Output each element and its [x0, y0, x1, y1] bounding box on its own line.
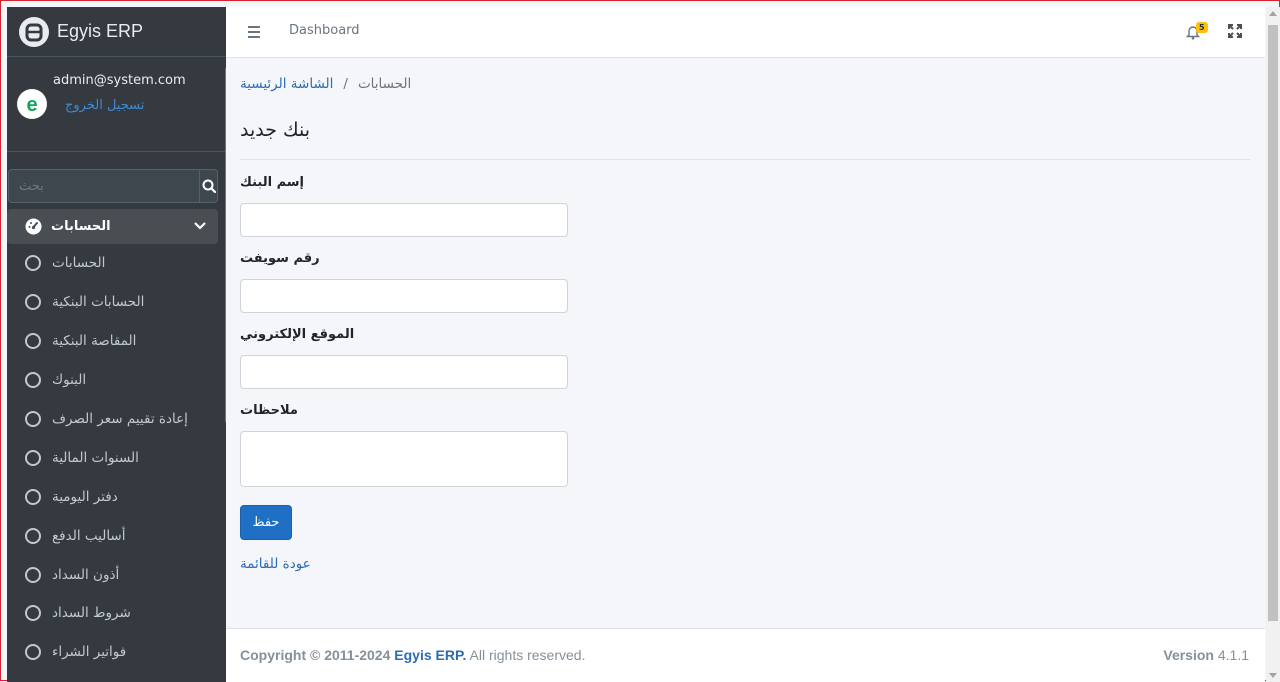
footer-copyright: Copyright © 2011-2024 [240, 647, 391, 663]
breadcrumb: الشاشة الرئيسية / الحسابات [240, 76, 411, 92]
brand[interactable]: Egyis ERP [7, 7, 226, 57]
fullscreen-icon[interactable] [1228, 24, 1242, 38]
sidebar-item-label: فواتير الشراء [52, 644, 127, 661]
sidebar-item-label: إعادة تقييم سعر الصرف [52, 411, 188, 427]
sidebar-item-revaluation[interactable]: إعادة تقييم سعر الصرف [7, 400, 218, 439]
footer-rights: All rights reserved. [469, 647, 586, 663]
bank-name-field[interactable] [240, 203, 568, 237]
brand-name: Egyis ERP [57, 21, 144, 41]
sidebar-item-label: الحسابات [52, 255, 106, 272]
logout-link[interactable]: تسجيل الخروج [65, 98, 186, 113]
notes-label: ملاحظات [240, 403, 298, 418]
sidebar-item-label: أذون السداد [52, 566, 120, 583]
page-scrollbar[interactable] [1266, 7, 1280, 682]
sidebar-item-payment-terms[interactable]: شروط السداد [7, 594, 218, 633]
circle-icon [25, 411, 41, 427]
sidebar-item-purchase-invoices[interactable]: فواتير الشراء [7, 633, 218, 672]
footer-version-label: Version [1163, 647, 1214, 663]
sidebar-nav: الحسابات الحسابات الحسابات البنكية المقا… [7, 209, 218, 672]
circle-icon [25, 294, 41, 311]
bank-name-label: إسم البنك [240, 175, 305, 190]
footer: Copyright © 2011-2024 Egyis ERP. All rig… [226, 628, 1265, 682]
search-input[interactable] [8, 169, 199, 203]
sidebar-item-label: البنوك [52, 372, 87, 389]
swift-field[interactable] [240, 279, 568, 313]
swift-label: رقم سويفت [240, 251, 320, 266]
sidebar-item-banks[interactable]: البنوك [7, 361, 218, 400]
breadcrumb-separator: / [343, 76, 348, 92]
sidebar-item-fiscal-years[interactable]: السنوات المالية [7, 438, 218, 477]
user-email: admin@system.com [53, 73, 186, 88]
new-bank-form: إسم البنك رقم سويفت الموقع الإلكتروني مل… [240, 175, 570, 501]
scrollbar-thumb[interactable] [1268, 25, 1278, 621]
circle-icon [25, 644, 41, 661]
circle-icon [25, 488, 41, 505]
footer-version: 4.1.1 [1217, 647, 1249, 663]
footer-brand-link[interactable]: Egyis ERP. [394, 647, 466, 663]
circle-icon [25, 333, 41, 350]
website-field[interactable] [240, 355, 568, 389]
sidebar-item-payment-methods[interactable]: أساليب الدفع [7, 516, 218, 555]
sidebar: Egyis ERP e admin@system.com تسجيل الخرو… [7, 7, 226, 682]
sidebar-search [8, 169, 218, 203]
nav-dashboard-link[interactable]: Dashboard [289, 23, 360, 38]
notification-badge: 5 [1196, 22, 1208, 33]
notes-field[interactable] [240, 431, 568, 487]
sidebar-item-label: دفتر اليومية [52, 488, 118, 505]
back-to-list-link[interactable]: عودة للقائمة [240, 556, 311, 572]
save-button[interactable]: حفظ [240, 505, 292, 540]
scroll-down-icon[interactable] [1269, 673, 1277, 678]
search-button[interactable] [199, 169, 218, 203]
dashboard-gauge-icon [25, 218, 42, 235]
circle-icon [25, 255, 41, 272]
breadcrumb-current: الحسابات [357, 76, 412, 92]
search-icon [202, 179, 216, 193]
page-title: بنك جديد [240, 119, 311, 141]
sidebar-item-bank-accounts[interactable]: الحسابات البنكية [7, 283, 218, 322]
circle-icon [25, 527, 41, 544]
sidebar-item-label: المقاصة البنكية [52, 333, 137, 350]
circle-icon [25, 605, 41, 622]
circle-icon [25, 449, 41, 466]
divider [240, 159, 1250, 160]
sidebar-item-label: شروط السداد [52, 605, 131, 622]
sidebar-item-journal[interactable]: دفتر اليومية [7, 477, 218, 516]
brand-logo-icon [19, 16, 49, 47]
sidebar-item-accounts[interactable]: الحسابات [7, 244, 218, 283]
sidebar-group-label: الحسابات [51, 219, 111, 234]
website-label: الموقع الإلكتروني [240, 327, 355, 342]
user-panel: e admin@system.com تسجيل الخروج [7, 57, 226, 152]
sidebar-scrollbar[interactable] [225, 67, 226, 423]
circle-icon [25, 372, 41, 389]
sidebar-item-label: الحسابات البنكية [52, 294, 145, 311]
sidebar-item-label: السنوات المالية [52, 449, 139, 466]
sidebar-group-accounts[interactable]: الحسابات [7, 209, 218, 244]
breadcrumb-home-link[interactable]: الشاشة الرئيسية [240, 76, 333, 92]
menu-toggle-icon[interactable] [248, 26, 260, 41]
sidebar-item-payment-vouchers[interactable]: أذون السداد [7, 555, 218, 594]
sidebar-item-label: أساليب الدفع [52, 527, 126, 544]
scroll-up-icon[interactable] [1269, 11, 1277, 16]
chevron-down-icon [194, 222, 206, 230]
sidebar-item-bank-clearing[interactable]: المقاصة البنكية [7, 322, 218, 361]
top-navbar: Dashboard 5 [226, 7, 1265, 58]
svg-text:e: e [26, 94, 37, 116]
user-avatar-icon: e [17, 89, 47, 119]
circle-icon [25, 566, 41, 583]
